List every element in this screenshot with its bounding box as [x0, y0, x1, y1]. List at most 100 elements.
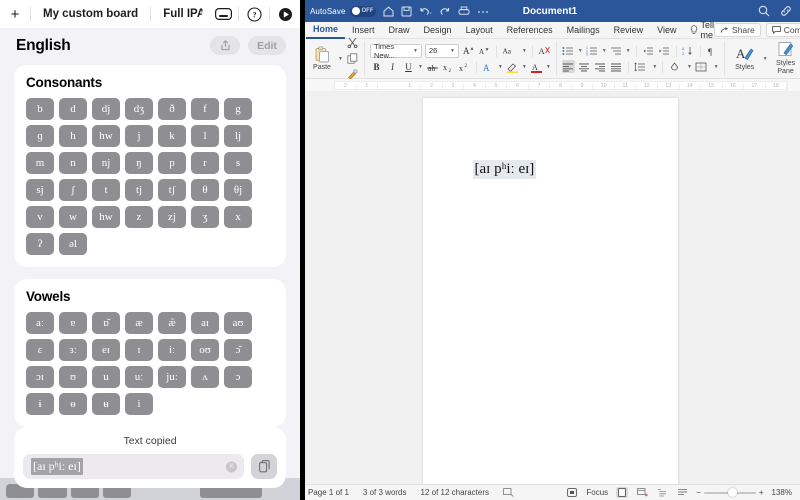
consonant-key[interactable]: z — [125, 206, 153, 228]
numbered-list-icon[interactable]: 123 — [586, 44, 599, 57]
focus-label[interactable]: Focus — [586, 488, 608, 497]
vowel-key[interactable]: ɔ̆ — [224, 339, 252, 361]
tab-draw[interactable]: Draw — [382, 22, 417, 38]
align-left-button[interactable] — [562, 60, 575, 73]
italic-button[interactable]: I — [386, 61, 399, 74]
show-formatting-icon[interactable]: ¶ — [706, 44, 719, 57]
consonant-key[interactable]: x — [224, 206, 252, 228]
consonant-key[interactable]: d — [59, 98, 87, 120]
consonant-key[interactable]: zj — [158, 206, 186, 228]
chevron-down-icon[interactable]: ▼ — [626, 48, 631, 54]
consonant-key[interactable]: m — [26, 152, 54, 174]
consonant-key[interactable]: nj — [92, 152, 120, 174]
vowel-key[interactable]: i — [125, 393, 153, 415]
consonant-key[interactable]: w — [59, 206, 87, 228]
subscript-button[interactable]: x2 — [442, 61, 455, 74]
add-board-button[interactable]: + — [0, 6, 30, 23]
vowel-key[interactable]: æ̃ — [158, 312, 186, 334]
consonant-key[interactable]: t — [92, 179, 120, 201]
consonant-key[interactable]: hw — [92, 206, 120, 228]
vowel-key[interactable]: ɐ — [59, 312, 87, 334]
vowel-key[interactable]: æ — [125, 312, 153, 334]
tab-view[interactable]: View — [650, 22, 683, 38]
styles-button[interactable]: A Styles — [730, 45, 760, 72]
vowel-key[interactable]: juː — [158, 366, 186, 388]
consonant-key[interactable]: k — [158, 125, 186, 147]
line-spacing-icon[interactable] — [634, 60, 647, 73]
consonant-key[interactable]: θj — [224, 179, 252, 201]
chevron-down-icon[interactable]: ▼ — [546, 64, 551, 70]
text-effects-icon[interactable]: A — [482, 61, 495, 74]
sort-icon[interactable]: AZ — [682, 44, 695, 57]
comments-button[interactable]: Comments — [766, 23, 800, 37]
autosave-switch[interactable]: OFF — [350, 6, 376, 17]
consonant-key[interactable]: tj — [125, 179, 153, 201]
consonant-key[interactable]: lj — [224, 125, 252, 147]
chevron-down-icon[interactable]: ▼ — [687, 64, 692, 70]
chevron-down-icon[interactable]: ▼ — [714, 64, 719, 70]
consonant-key[interactable]: f — [191, 98, 219, 120]
consonant-key[interactable]: j — [125, 125, 153, 147]
tab-layout[interactable]: Layout — [459, 22, 500, 38]
borders-icon[interactable] — [695, 60, 708, 73]
vowel-key[interactable]: oʊ — [191, 339, 219, 361]
font-color-icon[interactable]: A — [530, 61, 543, 74]
vowel-key[interactable]: aː — [26, 312, 54, 334]
vowel-key[interactable]: aɪ — [191, 312, 219, 334]
underline-button[interactable]: U — [402, 61, 415, 74]
zoom-knob[interactable] — [728, 488, 737, 497]
print-icon[interactable] — [458, 6, 470, 17]
zoom-in-button[interactable]: + — [759, 488, 764, 497]
document-page[interactable]: [aɪ pʰiː eɪ] — [423, 98, 678, 484]
consonant-key[interactable]: əl — [59, 233, 87, 255]
print-layout-view-icon[interactable] — [616, 487, 628, 498]
share-button[interactable]: Share — [714, 23, 761, 37]
font-name-select[interactable]: Times New... ▼ — [370, 44, 422, 58]
consonant-key[interactable]: v — [26, 206, 54, 228]
consonant-key[interactable]: n — [59, 152, 87, 174]
vowel-key[interactable]: ʉ — [92, 393, 120, 415]
search-icon[interactable] — [758, 5, 770, 17]
shading-icon[interactable] — [668, 60, 681, 73]
clear-formatting-icon[interactable]: A — [538, 44, 551, 57]
consonant-key[interactable]: ɡ — [26, 125, 54, 147]
autosave-toggle[interactable]: AutoSave OFF — [310, 6, 376, 17]
highlight-color-icon[interactable] — [506, 61, 519, 74]
tab-mailings[interactable]: Mailings — [560, 22, 607, 38]
draft-view-icon[interactable] — [676, 487, 688, 498]
consonant-key[interactable]: h — [59, 125, 87, 147]
chevron-down-icon[interactable]: ▼ — [522, 64, 527, 70]
chevron-down-icon[interactable]: ▼ — [652, 64, 657, 70]
keyboard-icon[interactable] — [208, 8, 238, 20]
chevron-down-icon[interactable]: ▼ — [522, 48, 527, 54]
word-count[interactable]: 3 of 3 words — [363, 488, 407, 497]
font-size-select[interactable]: 26 ▼ — [425, 44, 459, 58]
undo-icon[interactable] — [419, 6, 432, 17]
vowel-key[interactable]: uː — [125, 366, 153, 388]
superscript-button[interactable]: x2 — [458, 61, 471, 74]
vowel-key[interactable]: eɪ — [92, 339, 120, 361]
document-canvas[interactable]: [aɪ pʰiː eɪ] — [300, 92, 800, 484]
paste-chevron-down-icon[interactable]: ▼ — [338, 56, 343, 62]
consonant-key[interactable]: dʒ — [125, 98, 153, 120]
consonant-key[interactable]: hw — [92, 125, 120, 147]
copy-icon[interactable] — [346, 52, 359, 65]
document-ruler[interactable]: 21123456789101112131415161718 — [300, 79, 800, 92]
consonant-key[interactable]: g — [224, 98, 252, 120]
multilevel-list-icon[interactable] — [610, 44, 623, 57]
focus-mode-icon[interactable] — [566, 487, 578, 498]
styles-pane-button[interactable]: StylesPane — [771, 41, 800, 75]
consonant-key[interactable]: ð — [158, 98, 186, 120]
tell-me-search[interactable]: Tell me — [684, 20, 715, 40]
zoom-level[interactable]: 138% — [772, 488, 792, 497]
zoom-slider[interactable]: − + — [696, 488, 763, 497]
tab-references[interactable]: References — [500, 22, 560, 38]
consonant-key[interactable]: l — [191, 125, 219, 147]
consonant-key[interactable]: tʃ — [158, 179, 186, 201]
character-count[interactable]: 12 of 12 characters — [421, 488, 489, 497]
chevron-down-icon[interactable]: ▼ — [418, 64, 423, 70]
page-count[interactable]: Page 1 of 1 — [308, 488, 349, 497]
justify-button[interactable] — [610, 60, 623, 73]
vowel-key[interactable]: ɛ — [26, 339, 54, 361]
save-icon[interactable] — [401, 6, 412, 17]
